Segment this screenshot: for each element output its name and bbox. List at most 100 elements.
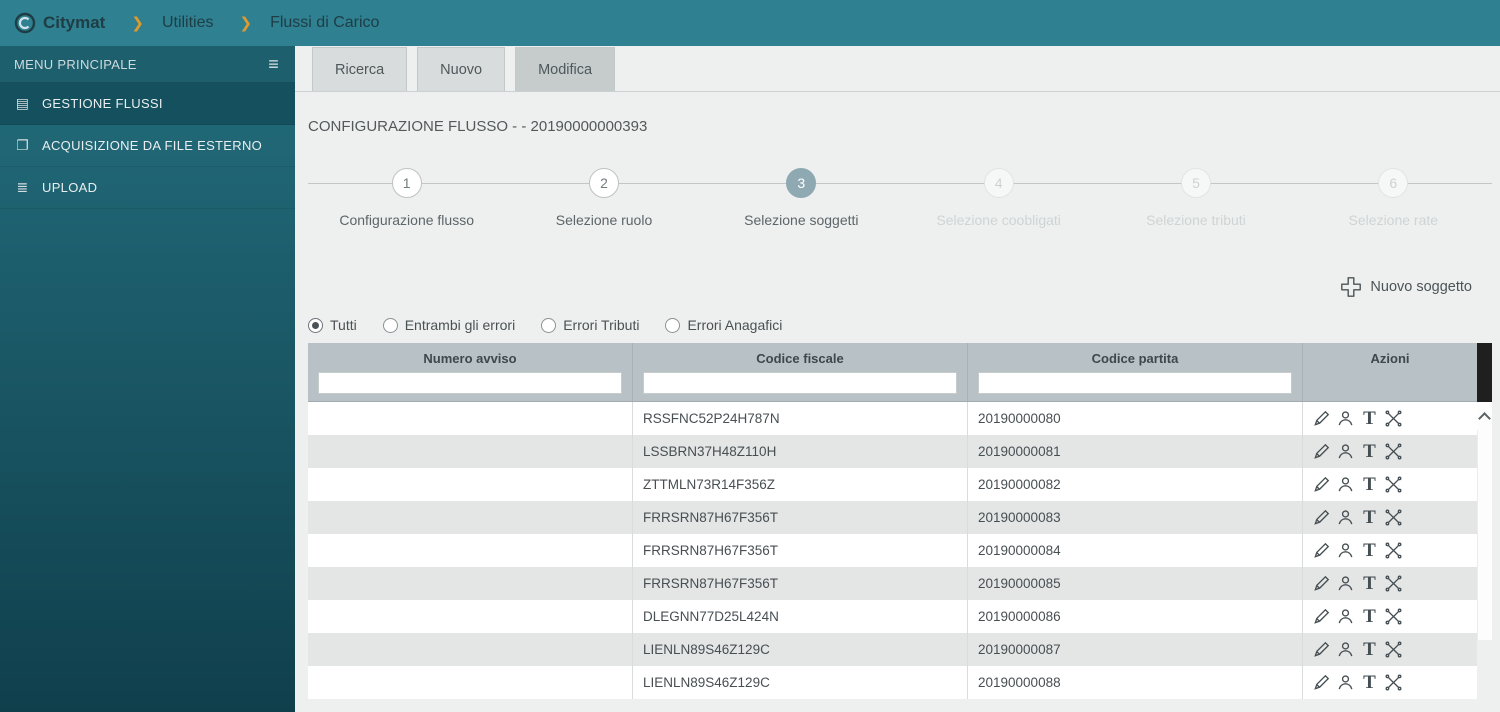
person-icon[interactable] — [1335, 606, 1356, 627]
stepper-step-circle[interactable]: 6 — [1378, 168, 1409, 198]
edit-icon[interactable] — [1311, 606, 1332, 627]
table-row[interactable]: FRRSRN87H67F356T 20190000083 — [308, 501, 1477, 534]
tributi-icon[interactable] — [1359, 606, 1380, 627]
tributi-icon[interactable] — [1359, 672, 1380, 693]
filter-input-codice-fiscale[interactable] — [643, 372, 957, 394]
person-icon[interactable] — [1335, 507, 1356, 528]
remove-icon[interactable] — [1383, 540, 1404, 561]
remove-icon[interactable] — [1383, 606, 1404, 627]
new-subject-button[interactable]: Nuovo soggetto — [1339, 275, 1472, 299]
edit-icon[interactable] — [1311, 441, 1332, 462]
filter-radio-label: Errori Tributi — [563, 317, 640, 333]
filter-radio[interactable]: Tutti — [308, 317, 357, 333]
table-row[interactable]: DLEGNN77D25L424N 20190000086 — [308, 600, 1477, 633]
person-icon[interactable] — [1335, 639, 1356, 660]
table-row[interactable]: LIENLN89S46Z129C 20190000088 — [308, 666, 1477, 699]
main-content: Ricerca Nuovo Modifica CONFIGURAZIONE FL… — [295, 46, 1500, 712]
edit-icon[interactable] — [1311, 540, 1332, 561]
person-icon[interactable] — [1335, 672, 1356, 693]
cell-codice-partita: 20190000084 — [968, 534, 1303, 567]
filter-input-codice-partita[interactable] — [978, 372, 1292, 394]
breadcrumb-label: Utilities — [161, 14, 214, 31]
stepper-step-circle[interactable]: 5 — [1180, 168, 1211, 198]
table-scrollbar[interactable] — [1477, 343, 1492, 699]
subjects-table: Numero avviso Codice fiscale Codice part… — [308, 343, 1492, 699]
edit-icon[interactable] — [1311, 474, 1332, 495]
brand[interactable]: Citymat — [14, 12, 105, 34]
sidebar-item-icon — [14, 179, 31, 196]
cell-codice-fiscale: FRRSRN87H67F356T — [633, 534, 968, 567]
person-icon[interactable] — [1335, 474, 1356, 495]
scrollbar-up-arrow[interactable] — [1477, 402, 1492, 430]
filter-radio[interactable]: Errori Anagafici — [665, 317, 782, 333]
cell-codice-fiscale: LSSBRN37H48Z110H — [633, 435, 968, 468]
edit-icon[interactable] — [1311, 672, 1332, 693]
filter-input-numero-avviso[interactable] — [318, 372, 622, 394]
edit-icon[interactable] — [1311, 408, 1332, 429]
cell-codice-fiscale: FRRSRN87H67F356T — [633, 567, 968, 600]
tab[interactable]: Nuovo — [417, 47, 506, 91]
sidebar-header: MENU PRINCIPALE — [0, 46, 295, 83]
table-row[interactable]: LIENLN89S46Z129C 20190000087 — [308, 633, 1477, 666]
table-row[interactable]: ZTTMLN73R14F356Z 20190000082 — [308, 468, 1477, 501]
edit-icon[interactable] — [1311, 639, 1332, 660]
hamburger-icon[interactable] — [268, 54, 279, 75]
tributi-icon[interactable] — [1359, 408, 1380, 429]
person-icon[interactable] — [1335, 573, 1356, 594]
edit-icon[interactable] — [1311, 573, 1332, 594]
remove-icon[interactable] — [1383, 672, 1404, 693]
cell-codice-partita: 20190000085 — [968, 567, 1303, 600]
tributi-icon[interactable] — [1359, 507, 1380, 528]
stepper-step-label: Selezione rate — [1348, 212, 1439, 228]
tributi-icon[interactable] — [1359, 573, 1380, 594]
table-row[interactable]: LSSBRN37H48Z110H 20190000081 — [308, 435, 1477, 468]
cell-azioni — [1303, 567, 1477, 600]
tributi-icon[interactable] — [1359, 639, 1380, 660]
cell-numero-avviso — [308, 468, 633, 501]
radio-icon — [308, 317, 323, 333]
cell-codice-partita: 20190000082 — [968, 468, 1303, 501]
table-row[interactable]: FRRSRN87H67F356T 20190000085 — [308, 567, 1477, 600]
remove-icon[interactable] — [1383, 408, 1404, 429]
tab-label: Modifica — [538, 61, 593, 78]
remove-icon[interactable] — [1383, 573, 1404, 594]
remove-icon[interactable] — [1383, 507, 1404, 528]
cell-numero-avviso — [308, 666, 633, 699]
tributi-icon[interactable] — [1359, 474, 1380, 495]
stepper: 1 Configurazione flusso 2 Selezione ruol… — [295, 155, 1500, 241]
cell-azioni — [1303, 600, 1477, 633]
cell-codice-fiscale: LIENLN89S46Z129C — [633, 633, 968, 666]
cell-azioni — [1303, 468, 1477, 501]
stepper-step-circle[interactable]: 1 — [391, 168, 422, 198]
cell-codice-fiscale: FRRSRN87H67F356T — [633, 501, 968, 534]
table-row[interactable]: FRRSRN87H67F356T 20190000084 — [308, 534, 1477, 567]
table-row[interactable]: RSSFNC52P24H787N 20190000080 — [308, 402, 1477, 435]
filter-radio[interactable]: Entrambi gli errori — [382, 317, 515, 333]
breadcrumb-item[interactable]: Flussi di Carico — [240, 14, 379, 32]
tab[interactable]: Ricerca — [312, 47, 408, 91]
stepper-step-circle[interactable]: 4 — [983, 168, 1014, 198]
tab[interactable]: Modifica — [515, 47, 616, 91]
plus-icon — [1341, 277, 1362, 297]
tributi-icon[interactable] — [1359, 540, 1380, 561]
scrollbar-track[interactable] — [1477, 430, 1492, 640]
breadcrumb-item[interactable]: Utilities — [131, 14, 214, 32]
filter-radio[interactable]: Errori Tributi — [541, 317, 639, 333]
sidebar-item[interactable]: ACQUISIZIONE DA FILE ESTERNO — [0, 125, 295, 167]
remove-icon[interactable] — [1383, 441, 1404, 462]
sidebar-item[interactable]: GESTIONE FLUSSI — [0, 83, 295, 125]
stepper-step-circle[interactable]: 2 — [588, 168, 619, 198]
person-icon[interactable] — [1335, 408, 1356, 429]
remove-icon[interactable] — [1383, 474, 1404, 495]
sidebar-item[interactable]: UPLOAD — [0, 167, 295, 209]
tributi-icon[interactable] — [1359, 441, 1380, 462]
person-icon[interactable] — [1335, 540, 1356, 561]
edit-icon[interactable] — [1311, 507, 1332, 528]
sidebar: MENU PRINCIPALE GESTIONE FLUSSI ACQUISIZ… — [0, 46, 295, 712]
person-icon[interactable] — [1335, 441, 1356, 462]
remove-icon[interactable] — [1383, 639, 1404, 660]
cell-azioni — [1303, 534, 1477, 567]
stepper-step: 3 Selezione soggetti — [703, 155, 900, 228]
stepper-step-circle[interactable]: 3 — [786, 168, 817, 198]
sidebar-item-label: ACQUISIZIONE DA FILE ESTERNO — [42, 138, 263, 153]
